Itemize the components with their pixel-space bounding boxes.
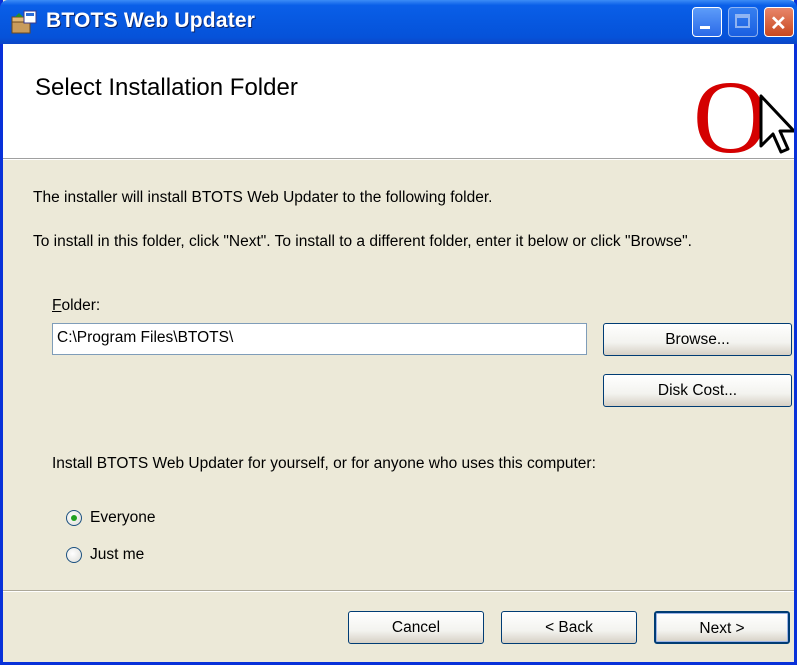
folder-label: Folder: [52, 297, 100, 315]
window-title: BTOTS Web Updater [46, 9, 256, 32]
page-title: Select Installation Folder [35, 74, 298, 101]
cancel-button[interactable]: Cancel [348, 611, 484, 644]
minimize-button[interactable] [692, 7, 722, 37]
logo-o-cursor-icon: O [693, 60, 794, 158]
disk-cost-button[interactable]: Disk Cost... [603, 374, 792, 407]
maximize-button[interactable] [728, 7, 758, 37]
close-icon: ✕ [770, 13, 787, 35]
radio-just-me-label[interactable]: Just me [90, 546, 144, 564]
installer-package-icon [11, 10, 37, 34]
header-banner: Select Installation Folder O [3, 44, 794, 159]
next-button[interactable]: Next > [654, 611, 790, 644]
intro-text: The installer will install BTOTS Web Upd… [33, 189, 493, 206]
instructions-text: To install in this folder, click "Next".… [33, 233, 692, 250]
back-button[interactable]: < Back [501, 611, 637, 644]
browse-button[interactable]: Browse... [603, 323, 792, 356]
radio-everyone[interactable] [66, 510, 82, 526]
folder-label-rest: older: [61, 297, 101, 314]
banner-separator [3, 159, 794, 160]
folder-input[interactable]: C:\Program Files\BTOTS\ [52, 323, 587, 355]
logo-letter: O [693, 60, 768, 158]
footer-divider-highlight [3, 591, 794, 592]
radio-just-me[interactable] [66, 547, 82, 563]
title-bar[interactable]: BTOTS Web Updater ✕ [0, 0, 797, 44]
install-for-text: Install BTOTS Web Updater for yourself, … [52, 455, 596, 472]
radio-selected-dot [71, 515, 77, 521]
close-button[interactable]: ✕ [764, 7, 794, 37]
radio-everyone-label[interactable]: Everyone [90, 509, 155, 527]
installer-window: BTOTS Web Updater ✕ Select Installation … [0, 0, 797, 665]
